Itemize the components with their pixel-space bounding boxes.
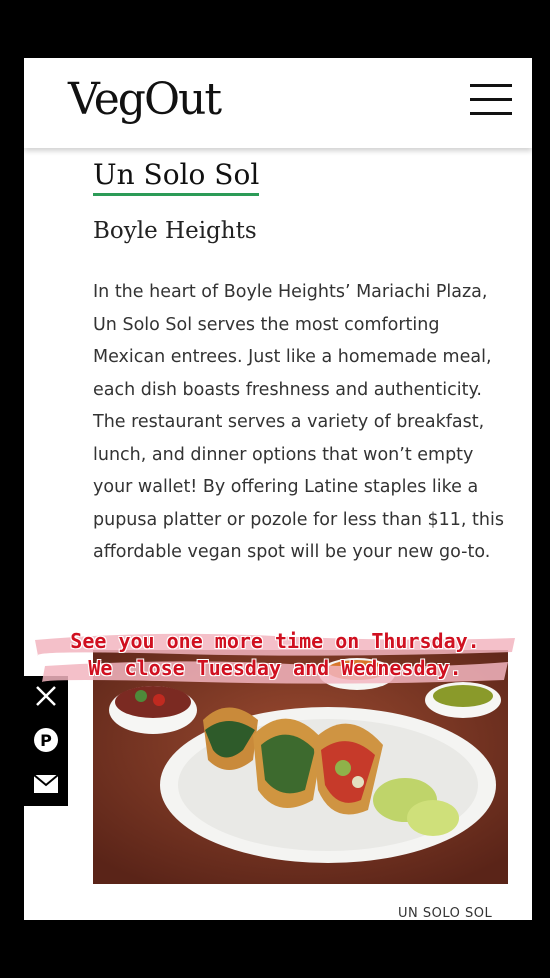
site-header: VegOut bbox=[24, 58, 532, 148]
email-icon[interactable] bbox=[24, 764, 68, 804]
restaurant-title: Un Solo Sol bbox=[93, 158, 260, 196]
social-share-bar: P bbox=[24, 676, 68, 806]
pinterest-icon[interactable]: P bbox=[24, 720, 68, 760]
phone-screen: VegOut Un Solo Sol Boyle Heights In the … bbox=[24, 58, 532, 920]
vegout-logo[interactable]: VegOut bbox=[68, 74, 222, 125]
banner-line-1: See you one more time on Thursday. bbox=[70, 629, 480, 653]
neighborhood-subtitle: Boyle Heights bbox=[93, 218, 257, 244]
svg-text:P: P bbox=[40, 731, 52, 750]
hamburger-menu-icon[interactable] bbox=[470, 84, 512, 116]
banner-line-2: We close Tuesday and Wednesday. bbox=[88, 656, 462, 680]
closure-notice-banner: See you one more time on Thursday. We cl… bbox=[30, 628, 520, 688]
article-body: In the heart of Boyle Heights’ Mariachi … bbox=[93, 282, 504, 562]
photo-caption: UN SOLO SOL bbox=[398, 906, 493, 920]
